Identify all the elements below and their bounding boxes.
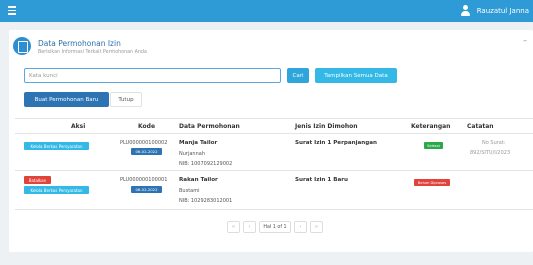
row-business-name: Rakan Tailor bbox=[179, 177, 218, 183]
last-page-button[interactable]: » bbox=[310, 221, 323, 233]
row-owner: Bustami bbox=[179, 188, 200, 194]
search-button[interactable]: Cari bbox=[287, 68, 309, 83]
manage-documents-button[interactable]: Kelola Berkas Persyaratan bbox=[24, 186, 89, 194]
prev-page-button[interactable]: ‹ bbox=[243, 221, 256, 233]
first-page-button[interactable]: « bbox=[227, 221, 240, 233]
menu-icon[interactable] bbox=[8, 6, 16, 15]
top-navbar: Rauzatul Janna bbox=[0, 0, 533, 22]
row-catatan-value: 892/SITU/I/2023 bbox=[470, 150, 511, 156]
user-icon bbox=[460, 5, 471, 16]
show-all-button[interactable]: Tampilkan Semua Data bbox=[315, 68, 397, 83]
row-divider bbox=[15, 170, 533, 171]
page-info: Hal 1 of 1 bbox=[259, 221, 291, 233]
manage-documents-button[interactable]: Kelola Berkas Persyaratan bbox=[24, 142, 89, 150]
status-badge: Selesai bbox=[424, 142, 443, 149]
panel-subtitle: Berisikan Informasi Terkait Permohonan A… bbox=[38, 50, 147, 55]
create-request-button[interactable]: Buat Permohonan Baru bbox=[24, 92, 109, 107]
panel-title: Data Permohonan Izin bbox=[38, 39, 121, 48]
table-top-divider bbox=[15, 118, 533, 119]
user-menu[interactable]: Rauzatul Janna bbox=[460, 5, 529, 16]
header-keterangan: Keterangan bbox=[411, 123, 451, 130]
row-nib: NIB: 1007092129002 bbox=[179, 161, 233, 167]
row-nib: NIB: 1029283012001 bbox=[179, 198, 233, 204]
date-badge: 06-02-2022 bbox=[131, 148, 162, 155]
close-button[interactable]: Tutup bbox=[110, 92, 142, 107]
pagination: « ‹ Hal 1 of 1 › » bbox=[227, 221, 323, 233]
header-jenis-izin: Jenis Izin Dimohon bbox=[295, 123, 358, 130]
permohonan-panel: – Data Permohonan Izin Berisikan Informa… bbox=[9, 30, 533, 252]
row-catatan-label: No Surat: bbox=[482, 140, 506, 146]
table-header-divider bbox=[15, 133, 533, 134]
header-catatan: Catatan bbox=[467, 123, 494, 130]
header-kode: Kode bbox=[138, 123, 156, 130]
row-kode: PLU000000100002 bbox=[120, 140, 168, 146]
cancel-request-button[interactable]: Batalkan bbox=[24, 176, 51, 184]
user-name: Rauzatul Janna bbox=[476, 6, 529, 15]
row-jenis-izin: Surat Izin 1 Baru bbox=[295, 177, 348, 183]
date-badge: 06-02-2022 bbox=[131, 186, 162, 193]
status-badge: Belum Diproses bbox=[414, 179, 450, 186]
document-icon bbox=[13, 37, 31, 55]
next-page-button[interactable]: › bbox=[294, 221, 307, 233]
row-kode: PLU000000100001 bbox=[120, 177, 168, 183]
header-data-permohonan: Data Permohonan bbox=[179, 123, 240, 130]
search-input[interactable] bbox=[24, 68, 281, 83]
row-jenis-izin: Surat Izin 1 Perpanjangan bbox=[295, 140, 378, 146]
row-business-name: Manja Tailor bbox=[179, 140, 218, 146]
row-divider bbox=[15, 209, 533, 210]
header-aksi: Aksi bbox=[71, 123, 86, 130]
row-owner: Nurjannah bbox=[179, 151, 205, 157]
collapse-button[interactable]: – bbox=[523, 36, 527, 45]
